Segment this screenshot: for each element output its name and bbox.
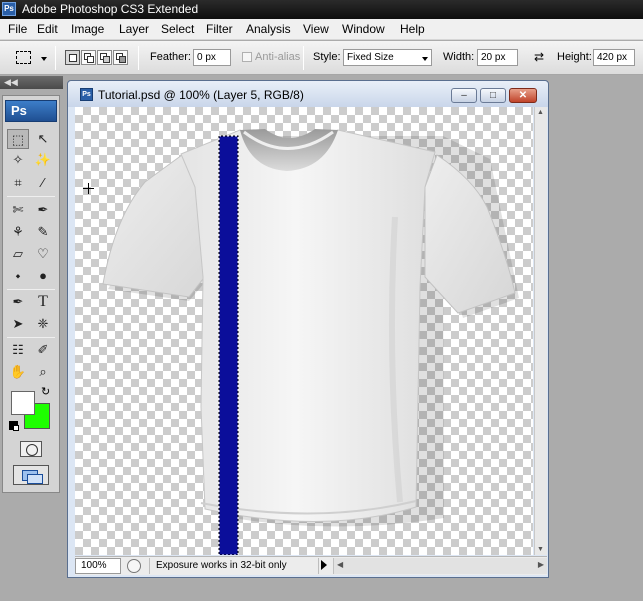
antialias-label: Anti-alias — [255, 51, 301, 63]
zoom-level-field[interactable]: 100% — [75, 558, 121, 574]
menu-bar: File Edit Image Layer Select Filter Anal… — [0, 19, 643, 40]
menu-file[interactable]: File — [8, 22, 27, 36]
intersect-selection-button[interactable] — [113, 50, 128, 65]
height-input[interactable]: 420 px — [593, 49, 635, 66]
default-colors-icon[interactable] — [9, 421, 19, 431]
rectangular-marquee-tool-icon[interactable]: ⬚ — [7, 129, 29, 149]
document-title: Tutorial.psd @ 100% (Layer 5, RGB/8) — [98, 88, 304, 102]
menu-edit[interactable]: Edit — [37, 22, 58, 36]
menu-view[interactable]: View — [303, 22, 329, 36]
maximize-button[interactable]: □ — [480, 88, 506, 103]
divider — [138, 46, 139, 70]
blur-tool-icon[interactable]: ⬩ — [7, 266, 29, 286]
horizontal-scrollbar[interactable]: ◀ ▶ — [333, 558, 547, 574]
tools-panel: Ps ⬚ ↖ ✧ ✨ ⌗ ∕ ✄ ✒ ⚘ ✎ ▱ ♡ ⬩ ● ✒ T ➤ ❈ ☷… — [2, 95, 60, 493]
collapse-icon[interactable]: ◀◀ — [4, 76, 18, 89]
scroll-up-icon[interactable]: ▲ — [537, 109, 544, 116]
menu-image[interactable]: Image — [71, 22, 104, 36]
antialias-checkbox[interactable] — [242, 52, 252, 62]
chevron-down-icon[interactable] — [41, 57, 47, 61]
subtract-from-selection-button[interactable] — [97, 50, 112, 65]
status-info-text: Exposure works in 32-bit only — [149, 558, 319, 574]
swap-icon[interactable]: ⇄ — [532, 51, 546, 63]
feather-label: Feather: — [150, 51, 191, 63]
lasso-tool-icon[interactable]: ✧ — [7, 150, 29, 170]
minimize-button[interactable]: ‒ — [451, 88, 477, 103]
foreground-color-swatch[interactable] — [11, 391, 35, 415]
blue-stripe — [219, 136, 238, 555]
crosshair-cursor-icon — [83, 183, 94, 194]
divider — [7, 289, 55, 290]
feather-input[interactable]: 0 px — [193, 49, 231, 66]
photoshop-window: Ps Adobe Photoshop CS3 Extended File Edi… — [0, 0, 643, 601]
menu-help[interactable]: Help — [400, 22, 425, 36]
new-selection-button[interactable] — [65, 50, 80, 65]
brush-tool-icon[interactable]: ✒ — [32, 200, 54, 220]
width-label: Width: — [443, 51, 475, 63]
screen-mode-button[interactable] — [13, 465, 49, 485]
style-label: Style: — [313, 51, 341, 63]
canvas[interactable] — [75, 107, 533, 555]
style-select[interactable]: Fixed Size — [343, 49, 432, 66]
tools-panel-header[interactable]: ◀◀ — [0, 76, 63, 89]
tool-preset-picker[interactable] — [16, 51, 31, 64]
menu-analysis[interactable]: Analysis — [246, 22, 291, 36]
zoom-tool-icon[interactable]: ⌕ — [32, 362, 54, 382]
crop-tool-icon[interactable]: ⌗ — [7, 173, 29, 193]
title-bar: Ps Adobe Photoshop CS3 Extended — [0, 0, 643, 19]
vertical-scrollbar[interactable]: ▲ ▼ — [534, 107, 547, 555]
add-to-selection-button[interactable] — [81, 50, 96, 65]
document-title-bar[interactable]: Ps Tutorial.psd @ 100% (Layer 5, RGB/8) … — [68, 81, 548, 107]
menu-select[interactable]: Select — [161, 22, 194, 36]
divider — [303, 46, 304, 70]
slice-tool-icon[interactable]: ∕ — [32, 173, 54, 193]
document-icon: Ps — [80, 88, 93, 101]
app-title: Adobe Photoshop CS3 Extended — [22, 2, 199, 16]
divider — [7, 196, 55, 197]
status-bar: 100% Exposure works in 32-bit only ◀ ▶ — [75, 556, 547, 575]
magic-wand-tool-icon[interactable]: ✨ — [32, 150, 54, 170]
options-bar: Feather: 0 px Anti-alias Style: Fixed Si… — [0, 41, 643, 75]
menu-window[interactable]: Window — [342, 22, 385, 36]
paint-bucket-tool-icon[interactable]: ♡ — [32, 244, 54, 264]
history-brush-tool-icon[interactable]: ✎ — [32, 222, 54, 242]
status-info-icon[interactable] — [127, 559, 141, 573]
type-tool-icon[interactable]: T — [32, 292, 54, 312]
custom-shape-tool-icon[interactable]: ❈ — [32, 314, 54, 334]
quick-mask-button[interactable] — [20, 441, 42, 457]
dodge-tool-icon[interactable]: ● — [32, 266, 54, 286]
healing-brush-tool-icon[interactable]: ✄ — [7, 200, 29, 220]
height-label: Height: — [557, 51, 592, 63]
chevron-down-icon[interactable] — [422, 57, 428, 61]
photoshop-logo-icon: Ps — [2, 2, 16, 16]
move-tool-icon[interactable]: ↖ — [32, 129, 54, 149]
ps-badge[interactable]: Ps — [5, 100, 57, 122]
menu-layer[interactable]: Layer — [119, 22, 149, 36]
status-menu-arrow-icon[interactable] — [321, 560, 327, 570]
notes-tool-icon[interactable]: ☷ — [7, 340, 29, 360]
hand-tool-icon[interactable]: ✋ — [7, 362, 29, 382]
scroll-down-icon[interactable]: ▼ — [537, 546, 544, 553]
clone-stamp-tool-icon[interactable]: ⚘ — [7, 222, 29, 242]
swap-colors-icon[interactable]: ↻ — [41, 387, 50, 398]
width-input[interactable]: 20 px — [477, 49, 518, 66]
scroll-left-icon[interactable]: ◀ — [337, 560, 343, 569]
divider — [7, 337, 55, 338]
eyedropper-tool-icon[interactable]: ✐ — [32, 340, 54, 360]
close-button[interactable]: ✕ — [509, 88, 537, 103]
tshirt-artwork — [102, 129, 519, 555]
path-selection-tool-icon[interactable]: ➤ — [7, 314, 29, 334]
eraser-tool-icon[interactable]: ▱ — [7, 244, 29, 264]
pen-tool-icon[interactable]: ✒ — [7, 292, 29, 312]
document-window: Ps Tutorial.psd @ 100% (Layer 5, RGB/8) … — [67, 80, 549, 578]
scroll-right-icon[interactable]: ▶ — [538, 560, 544, 569]
menu-filter[interactable]: Filter — [206, 22, 233, 36]
divider — [55, 46, 56, 70]
